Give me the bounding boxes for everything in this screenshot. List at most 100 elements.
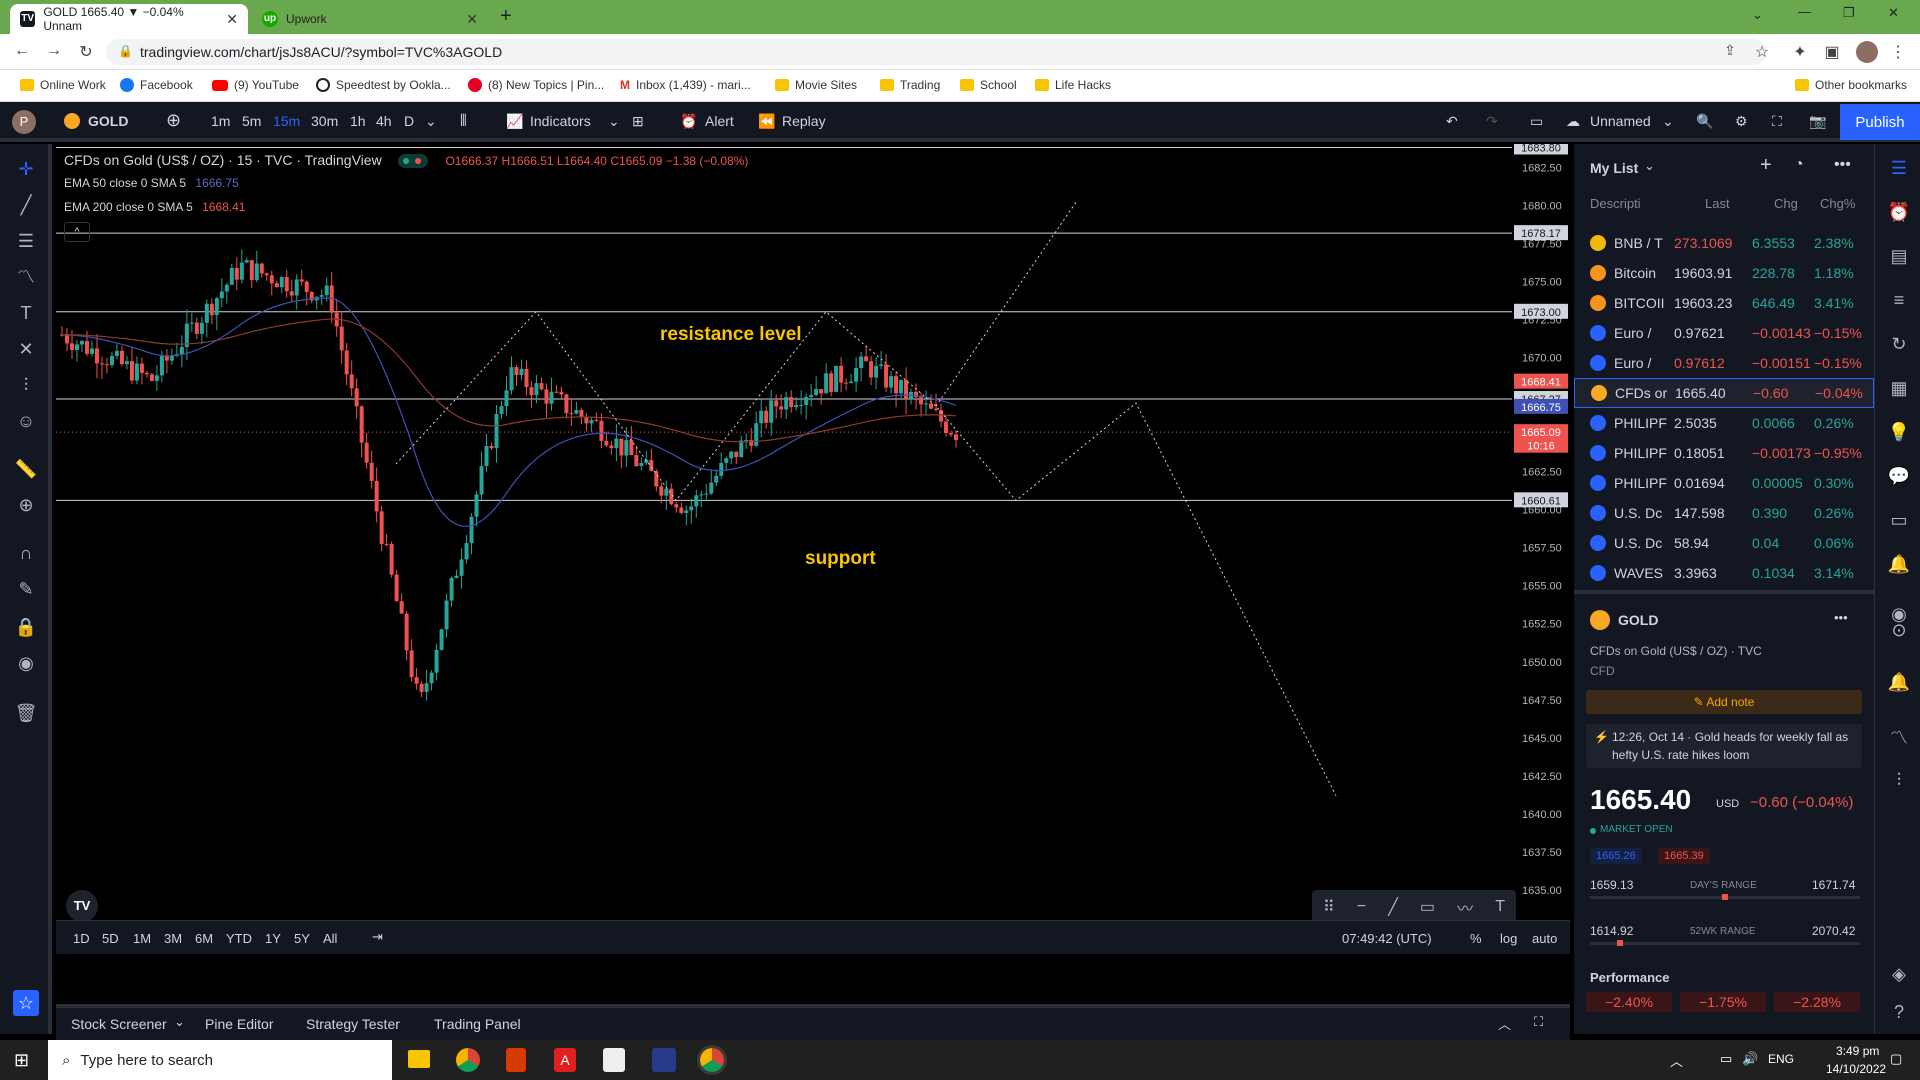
goto-date-icon[interactable]: ⇥: [372, 929, 383, 945]
chevron-down-icon[interactable]: ⌄: [1644, 158, 1655, 174]
compare-icon[interactable]: ⊕: [166, 110, 181, 131]
candles-icon[interactable]: ⫴: [460, 113, 467, 131]
interval-15m[interactable]: 15m: [273, 113, 300, 129]
watchlist-row[interactable]: Bitcoin 19603.91 228.78 1.18%: [1574, 258, 1874, 288]
bell-icon[interactable]: 🔔: [1887, 672, 1911, 696]
trendline-icon[interactable]: ╱: [1388, 897, 1398, 917]
alerts-icon[interactable]: ⏰: [1887, 202, 1911, 226]
notification-icon[interactable]: ▢: [1890, 1051, 1902, 1067]
camera-icon[interactable]: 📷: [1809, 113, 1826, 130]
details-symbol[interactable]: GOLD: [1618, 612, 1658, 628]
templates-icon[interactable]: ⊞: [632, 113, 644, 130]
help-icon[interactable]: ?: [1887, 1002, 1911, 1026]
auto-toggle[interactable]: auto: [1532, 931, 1557, 946]
chevron-down-icon[interactable]: ⌄: [425, 113, 437, 130]
bookmark-item[interactable]: (8) New Topics | Pin...: [468, 78, 604, 92]
hotlist-icon[interactable]: ≡: [1887, 290, 1911, 314]
range-ytd[interactable]: YTD: [226, 931, 252, 946]
calendar-icon[interactable]: ↻: [1887, 334, 1911, 358]
calendar-icon[interactable]: ▦: [1887, 378, 1911, 402]
notifications-icon[interactable]: 🔔: [1887, 554, 1911, 578]
bookmark-item[interactable]: Speedtest by Ookla...: [316, 78, 451, 92]
watchlist-icon[interactable]: ☰: [1887, 158, 1911, 182]
tray-chevron-icon[interactable]: ︿: [1670, 1051, 1683, 1070]
trend-icon[interactable]: 〽: [1887, 724, 1911, 748]
menu-icon[interactable]: ⋮: [1888, 42, 1908, 62]
new-tab-icon[interactable]: +: [500, 5, 512, 28]
advanced-view-icon[interactable]: ◔: [1794, 156, 1804, 174]
xabcd-icon[interactable]: ✕: [13, 336, 39, 362]
chevron-down-icon[interactable]: ⌄: [608, 113, 620, 130]
replay-button[interactable]: Replay: [782, 113, 826, 129]
percent-toggle[interactable]: %: [1470, 931, 1482, 946]
chrome-icon[interactable]: [456, 1048, 480, 1072]
profile-avatar[interactable]: [1856, 41, 1878, 63]
restore-icon[interactable]: ❐: [1843, 5, 1855, 21]
chevron-up-icon[interactable]: ︿: [1498, 1014, 1511, 1033]
trash-icon[interactable]: 🗑: [13, 700, 39, 726]
add-note-button[interactable]: ✎ Add note: [1586, 690, 1862, 714]
chat-icon[interactable]: 💬: [1887, 466, 1911, 490]
tray-volume-icon[interactable]: 🔊: [1742, 1051, 1758, 1067]
minimize-icon[interactable]: —: [1798, 4, 1811, 19]
avatar[interactable]: P: [12, 110, 36, 134]
ema50-legend[interactable]: EMA 50 close 0 SMA 5 1666.75: [64, 176, 239, 190]
rectangle-icon[interactable]: ▭: [1420, 897, 1435, 917]
watchlist-row[interactable]: U.S. Dc 58.94 0.04 0.06%: [1574, 528, 1874, 558]
chevron-down-icon[interactable]: ⌄: [174, 1014, 185, 1030]
details-description[interactable]: CFDs on Gold (US$ / OZ) · TVC: [1590, 644, 1762, 658]
layout-icon[interactable]: ▭: [1530, 113, 1543, 130]
interval-5m[interactable]: 5m: [242, 113, 261, 129]
pattern-icon[interactable]: 〽: [13, 264, 39, 290]
indicators-button[interactable]: Indicators: [530, 113, 591, 129]
watchlist-row[interactable]: WAVES 3.3963 0.1034 3.14%: [1574, 558, 1874, 588]
alert-icon[interactable]: ⏰: [680, 113, 697, 130]
range-3m[interactable]: 3M: [164, 931, 182, 946]
add-symbol-icon[interactable]: +: [1760, 154, 1772, 177]
reload-icon[interactable]: ↻: [76, 42, 96, 62]
more-icon[interactable]: •••: [1834, 156, 1851, 174]
publish-button[interactable]: Publish: [1840, 104, 1920, 140]
acrobat-icon[interactable]: A: [554, 1048, 576, 1072]
bookmark-item[interactable]: M Inbox (1,439) - mari...: [620, 78, 751, 92]
watchlist-row[interactable]: Euro / 0.97612 −0.00151 −0.15%: [1574, 348, 1874, 378]
col-last[interactable]: Last: [1705, 196, 1730, 211]
ideas-icon[interactable]: 💡: [1887, 422, 1911, 446]
tab-stock-screener[interactable]: Stock Screener: [71, 1016, 167, 1032]
clock-readout[interactable]: 07:49:42 (UTC): [1342, 931, 1432, 946]
maximize-icon[interactable]: ⛶: [1534, 1014, 1543, 1030]
col-description[interactable]: Descripti: [1590, 196, 1641, 211]
watchlist-row[interactable]: BNB / T 273.1069 6.3553 2.38%: [1574, 228, 1874, 258]
tray-lang[interactable]: ENG: [1768, 1052, 1794, 1066]
tab-trading-panel[interactable]: Trading Panel: [434, 1016, 521, 1032]
taskbar-search[interactable]: ⌕ Type here to search: [48, 1040, 392, 1080]
range-1d[interactable]: 1D: [73, 931, 90, 946]
tab-pine-editor[interactable]: Pine Editor: [205, 1016, 273, 1032]
layout-name[interactable]: Unnamed: [1590, 113, 1651, 129]
back-icon[interactable]: ←: [12, 42, 32, 60]
tray-network-icon[interactable]: ▭: [1720, 1051, 1732, 1067]
zoom-icon[interactable]: ⊕: [13, 492, 39, 518]
url-input[interactable]: 🔒 tradingview.com/chart/jsJs8ACU/?symbol…: [106, 39, 1766, 65]
layers-icon[interactable]: ◈: [1887, 964, 1911, 988]
bookmark-item[interactable]: (9) YouTube: [212, 78, 299, 92]
range-6m[interactable]: 6M: [195, 931, 213, 946]
chevron-down-icon[interactable]: ⌄: [1752, 7, 1763, 23]
interval-1h[interactable]: 1h: [350, 113, 366, 129]
chevron-down-icon[interactable]: ⌄: [1662, 113, 1674, 130]
streams-icon[interactable]: ▭: [1887, 510, 1911, 534]
magnet-icon[interactable]: ∩: [13, 540, 39, 566]
tradingview-logo[interactable]: TV: [66, 890, 98, 922]
chart-pane[interactable]: 1685.001682.501680.001677.501675.001672.…: [56, 144, 1570, 954]
close-window-icon[interactable]: ✕: [1888, 5, 1899, 21]
news-item[interactable]: ⚡ 12:26, Oct 14 · Gold heads for weekly …: [1586, 724, 1862, 768]
eye-icon[interactable]: ◉: [13, 650, 39, 676]
text-icon[interactable]: T: [13, 300, 39, 326]
forecast-icon[interactable]: ⫶: [13, 372, 39, 398]
other-bookmarks[interactable]: Other bookmarks: [1795, 78, 1907, 92]
fullscreen-icon[interactable]: ⛶: [1772, 113, 1782, 130]
indicators-icon[interactable]: 📈: [506, 113, 523, 130]
interval-30m[interactable]: 30m: [311, 113, 338, 129]
dom-icon[interactable]: ⫶: [1887, 770, 1911, 794]
watchlist-row[interactable]: Euro / 0.97621 −0.00143 −0.15%: [1574, 318, 1874, 348]
